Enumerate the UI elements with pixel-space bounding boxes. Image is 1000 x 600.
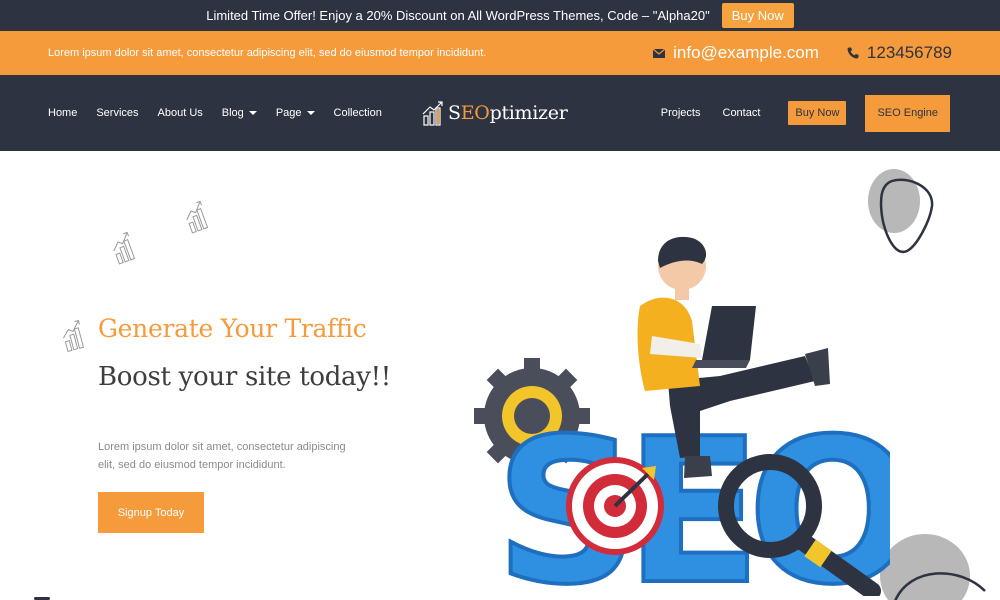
chevron-down-icon [306,111,315,115]
nav-blog[interactable]: Blog [222,107,257,119]
logo-letter: S [448,102,461,124]
chart-deco-icon [62,320,85,352]
nav-services-label: Services [96,107,139,119]
nav-about-label: About Us [157,107,203,119]
contact-bar: Lorem ipsum dolor sit amet, consectetur … [0,31,1000,75]
site-logo[interactable]: SEOptimizer [422,95,568,131]
nav-right-menu: Projects Contact Buy Now SEO Engine [661,75,950,151]
nav-collection[interactable]: Collection [334,107,382,119]
nav-home-label: Home [48,107,78,119]
nav-page-label: Page [275,107,302,119]
nav-home[interactable]: Home [48,107,77,119]
seo-engine-button[interactable]: SEO Engine [865,94,950,132]
promo-bar: Limited Time Offer! Enjoy a 20% Discount… [0,0,1000,31]
phone-icon [847,47,859,59]
nav-contact-label: Contact [722,107,761,119]
hero-section: Generate Your Traffic Boost your site to… [0,151,1000,600]
phone-text: 123456789 [866,43,952,62]
chart-deco-icon [186,200,209,234]
envelope-icon [653,48,666,58]
email-link[interactable]: info@example.com [653,43,819,63]
buy-now-button[interactable]: Buy Now [788,101,847,125]
signup-button[interactable]: Signup Today [98,492,204,533]
nav-projects-label: Projects [660,107,701,119]
seo-illustration: SEO [474,236,890,596]
hero-subtitle: Boost your site today!! [98,362,391,392]
nav-projects[interactable]: Projects [661,107,701,119]
promo-text: Limited Time Offer! Enjoy a 20% Discount… [206,8,710,23]
promo-buy-now-button[interactable]: Buy Now [721,3,794,28]
nav-collection-label: Collection [333,107,382,119]
chevron-down-icon [248,111,257,115]
logo-accent: EO [460,102,490,124]
target-icon [566,457,664,555]
phone-link[interactable]: 123456789 [847,43,952,63]
hero-title: Generate Your Traffic [98,314,367,343]
logo-text: SEOptimizer [448,102,568,124]
nav-contact[interactable]: Contact [723,107,761,119]
nav-left-menu: Home Services About Us Blog Page Collect… [48,75,382,151]
hero-description: Lorem ipsum dolor sit amet, consectetur … [98,441,346,471]
nav-blog-label: Blog [221,107,244,119]
nav-page[interactable]: Page [276,107,315,119]
contact-text: Lorem ipsum dolor sit amet, consectetur … [48,47,487,59]
email-text: info@example.com [673,43,819,62]
logo-rest: ptimizer [489,102,568,124]
main-nav: Home Services About Us Blog Page Collect… [0,75,1000,151]
nav-services[interactable]: Services [96,107,138,119]
growth-chart-icon [422,101,443,126]
chart-deco-icon [113,231,136,265]
nav-about-us[interactable]: About Us [158,107,203,119]
